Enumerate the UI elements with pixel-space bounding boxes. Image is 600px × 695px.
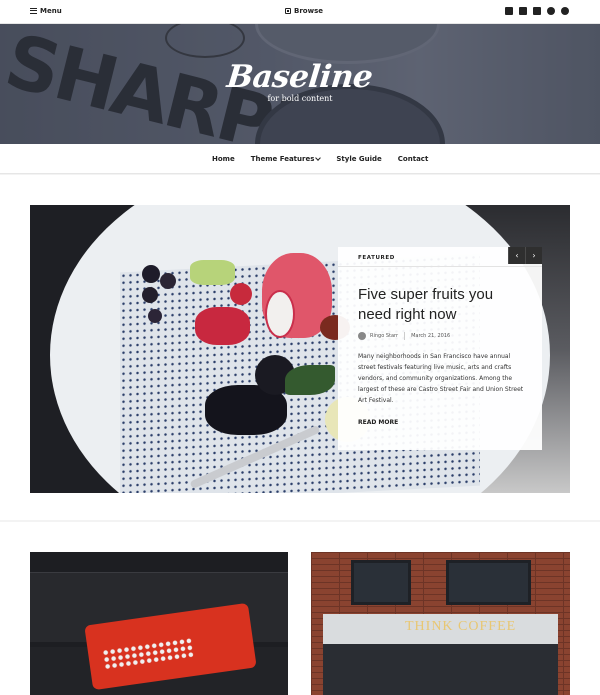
site-title[interactable]: Baseline [226,59,375,95]
site-branding: Baseline for bold content [0,59,600,103]
post-excerpt: Many neighborhoods in San Francisco have… [358,353,524,404]
read-more-link[interactable]: READ MORE [358,419,398,426]
post-author[interactable]: Ringo Starr [370,333,398,339]
facebook-icon[interactable] [533,7,541,15]
pinterest-icon[interactable] [547,7,555,15]
social-links [505,7,569,15]
twitter-icon[interactable] [505,7,513,15]
chevron-right-icon[interactable]: › [525,247,542,264]
nav-item-contact[interactable]: Contact [398,155,429,163]
nav-item-theme-features-label: Theme Features [250,155,315,163]
featured-card: FEATURED ‹ › Five super fruits you need … [338,247,542,450]
post-thumbnail-coffee-shop[interactable]: THINK COFFEE [311,552,570,695]
chevron-down-icon [315,154,322,161]
post-date[interactable]: March 21, 2016 [411,333,450,339]
nav-item-home[interactable]: Home [212,155,235,163]
featured-label: FEATURED [358,255,395,261]
site-tagline: for bold content [267,94,333,103]
menu-button[interactable]: Menu [30,7,62,15]
menu-label: Menu [40,7,62,15]
raspberries [195,307,250,345]
posts-grid: THINK COFFEE [0,522,600,695]
star-fruit [190,260,235,285]
top-bar: Menu Browse [0,0,600,24]
browse-button[interactable]: Browse [285,7,323,15]
wordpress-icon[interactable] [561,7,569,15]
chevron-left-icon[interactable]: ‹ [508,247,525,264]
storefront-sign: THINK COFFEE [405,619,517,634]
main-navigation: Home Theme Features Style Guide Contact [0,144,600,174]
browse-icon [285,8,291,14]
hamburger-icon [30,8,37,14]
browse-label: Browse [294,7,323,15]
nav-item-theme-features[interactable]: Theme Features [250,154,322,163]
post-thumbnail-typewriter[interactable] [30,552,288,695]
nav-item-style-guide[interactable]: Style Guide [336,155,381,163]
instagram-icon[interactable] [519,7,527,15]
site-header-hero: SHARPE Baseline for bold content [0,24,600,144]
post-meta: Ringo Starr March 21, 2016 [358,332,450,340]
slider-controls: ‹ › [508,247,542,264]
author-avatar [358,332,366,340]
featured-post-title[interactable]: Five super fruits you need right now [358,285,528,325]
blackberries [142,265,160,283]
featured-section: FEATURED ‹ › Five super fruits you need … [0,175,600,520]
leaf [285,365,335,395]
